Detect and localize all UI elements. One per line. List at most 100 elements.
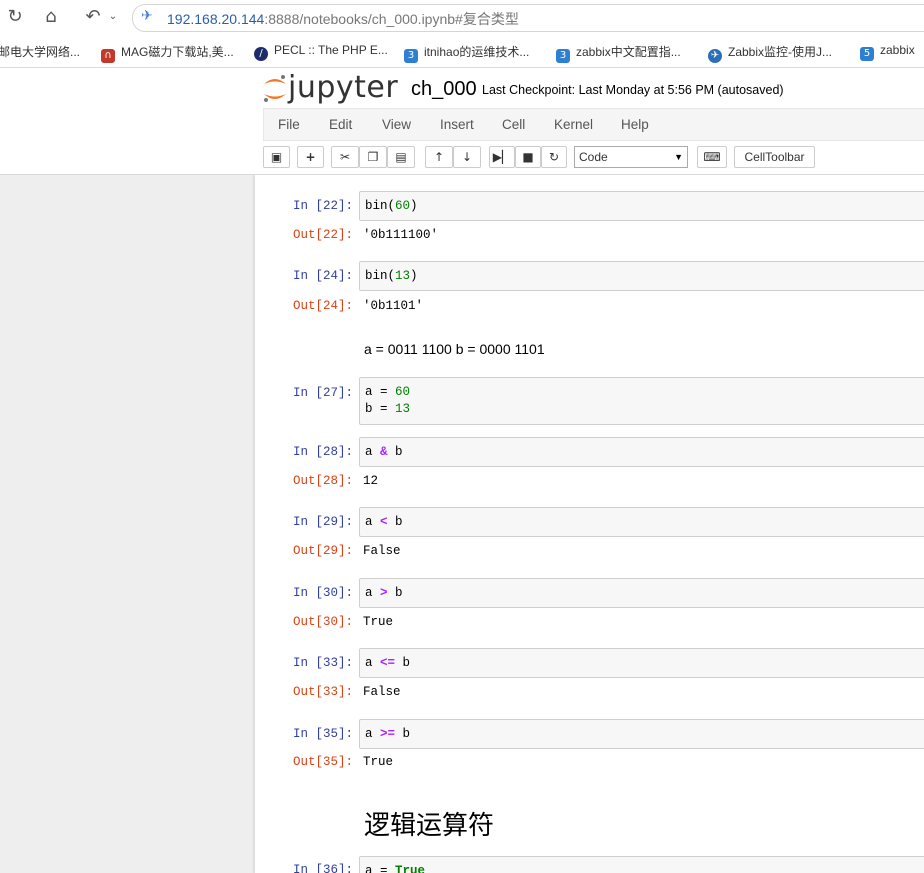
menu-help[interactable]: Help [621,117,649,132]
code-cell[interactable]: a < b [359,507,924,537]
output-text: True [363,755,394,769]
jupyter-header: jupyter ch_000 Last Checkpoint: Last Mon… [0,68,924,175]
bookmark-label: 邮电大学网络... [0,45,81,59]
bookmark-label: Zabbix监控-使用J... [728,45,833,59]
code-line: a = 60 [365,385,411,399]
keyboard-icon[interactable]: ⌨ [697,146,727,168]
celltype-value: Code [579,150,608,164]
bird-icon: ✈ [708,49,722,63]
output-prompt: Out[28]: [292,474,353,488]
output-text: '0b1101' [363,299,424,313]
output-text: '0b111100' [363,228,439,242]
code-line: a < b [365,515,403,529]
jupyter-logo-icon[interactable] [262,70,288,106]
stop-icon[interactable]: ■ [515,146,541,168]
code-line: a <= b [365,656,411,670]
notebook-area: In [22]: bin(60) Out[22]: '0b111100' In … [0,175,924,873]
menu-bar: File Edit View Insert Cell Kernel Help [263,108,924,141]
code-line: bin(13) [365,269,418,283]
bookmark-label: zabbix [880,43,915,57]
input-prompt: In [22]: [292,199,353,213]
output-prompt: Out[30]: [292,615,353,629]
output-prompt: Out[29]: [292,544,353,558]
code-line: a & b [365,445,403,459]
chevron-down-icon[interactable]: ⌄ [100,4,126,30]
cut-icon[interactable]: ✂ [331,146,359,168]
code-line: a >= b [365,727,411,741]
code-cell[interactable]: a = 60 b = 13 [359,377,924,425]
url-path: :8888/notebooks/ch_000.ipynb#复合类型 [264,11,519,27]
five-icon: 5 [860,47,874,61]
restart-icon[interactable]: ↻ [541,146,567,168]
menu-kernel[interactable]: Kernel [554,117,593,132]
code-line: a > b [365,586,403,600]
url-host: 192.168.20.144 [167,11,265,27]
menu-view[interactable]: View [382,117,411,132]
output-text: False [363,685,401,699]
input-prompt: In [24]: [292,269,353,283]
menu-file[interactable]: File [278,117,300,132]
notebook-toolbar: ▣ + ✂ ❐ ▤ ↑ ↓ ▶▏ ■ ↻ Code ▼ ⌨ CellToolbar [263,146,924,170]
bookmark-item[interactable]: / PECL :: The PHP E... [254,43,388,61]
move-down-icon[interactable]: ↓ [453,146,481,168]
save-icon[interactable]: ▣ [263,146,290,168]
notebook-name[interactable]: ch_000 [411,78,477,101]
bookmark-item[interactable]: ∩ MAG磁力下载站,美... [101,43,234,63]
paste-icon[interactable]: ▤ [387,146,415,168]
bookmark-label: MAG磁力下载站,美... [121,45,234,59]
run-icon[interactable]: ▶▏ [489,146,515,168]
magnet-icon: ∩ [101,49,115,63]
menu-cell[interactable]: Cell [502,117,525,132]
code-cell[interactable]: bin(60) [359,191,924,221]
code-cell[interactable]: bin(13) [359,261,924,291]
input-prompt: In [35]: [292,727,353,741]
output-text: True [363,615,394,629]
markdown-text: a = 0011 1100 b = 0000 1101 [364,341,545,357]
output-prompt: Out[24]: [292,299,353,313]
bookmark-label: zabbix中文配置指... [576,45,681,59]
code-cell[interactable]: a >= b [359,719,924,749]
celltype-select[interactable]: Code ▼ [574,146,688,168]
code-cell[interactable]: a <= b [359,648,924,678]
input-prompt: In [30]: [292,586,353,600]
section-heading: 逻辑运算符 [364,811,495,841]
input-prompt: In [33]: [292,656,353,670]
bookmarks-bar: 邮电大学网络... ∩ MAG磁力下载站,美... / PECL :: The PH… [0,36,924,66]
input-prompt: In [29]: [292,515,353,529]
output-text: 12 [363,474,379,488]
menu-insert[interactable]: Insert [440,117,474,132]
code-cell[interactable]: a = True [359,856,924,873]
reload-icon[interactable]: ↻ [2,4,28,30]
output-text: False [363,544,401,558]
address-bar[interactable]: ✈ 192.168.20.144:8888/notebooks/ch_000.i… [132,4,924,32]
browser-chrome: ↻ ⌂ ↶ ⌄ ✈ 192.168.20.144:8888/notebooks/… [0,0,924,68]
bookmark-label: itnihao的运维技术... [424,45,530,59]
three-icon: 3 [404,49,418,63]
input-prompt: In [27]: [292,386,353,400]
bookmark-item[interactable]: 邮电大学网络... [0,43,80,60]
bookmark-item[interactable]: 5 zabbix [860,43,915,61]
dropdown-arrow-icon: ▼ [674,152,683,162]
bookmark-item[interactable]: ✈ Zabbix监控-使用J... [708,43,832,63]
php-icon: / [254,47,268,61]
menu-edit[interactable]: Edit [329,117,352,132]
celltoolbar-button[interactable]: CellToolbar [734,146,815,168]
checkpoint-status: Last Checkpoint: Last Monday at 5:56 PM … [482,83,784,97]
three-icon: 3 [556,49,570,63]
bookmark-item[interactable]: 3 itnihao的运维技术... [404,43,529,63]
notebook-page: In [22]: bin(60) Out[22]: '0b111100' In … [255,175,924,873]
home-icon[interactable]: ⌂ [38,4,64,30]
rocket-icon: ✈ [141,8,153,24]
bookmark-label: PECL :: The PHP E... [274,43,388,57]
input-prompt: In [36]: [292,863,353,873]
logo-text[interactable]: jupyter [288,70,398,105]
code-cell[interactable]: a & b [359,437,924,467]
move-up-icon[interactable]: ↑ [425,146,453,168]
output-prompt: Out[22]: [292,228,353,242]
add-cell-icon[interactable]: + [297,146,324,168]
code-cell[interactable]: a > b [359,578,924,608]
input-prompt: In [28]: [292,445,353,459]
copy-icon[interactable]: ❐ [359,146,387,168]
code-line: bin(60) [365,199,418,213]
bookmark-item[interactable]: 3 zabbix中文配置指... [556,43,681,63]
